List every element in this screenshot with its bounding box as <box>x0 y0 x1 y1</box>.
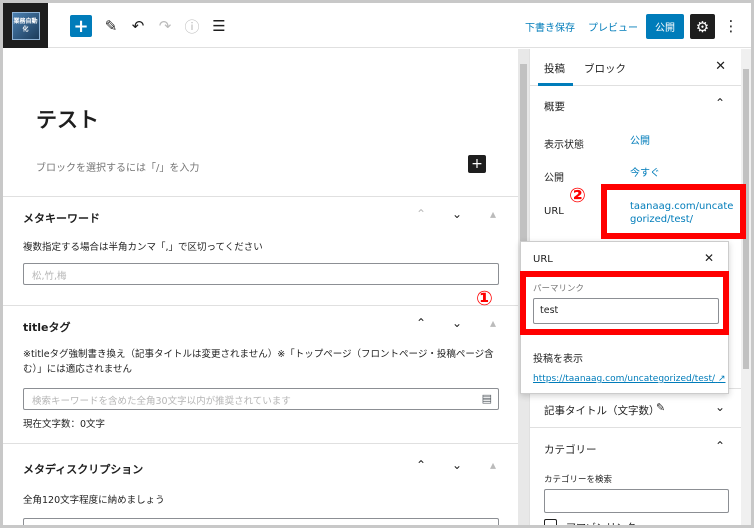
document-icon: ▤ <box>481 392 492 405</box>
external-link-icon: ↗ <box>717 374 726 384</box>
input-placeholder: 検索キーワードを含めた全角30文字以内が推奨されています <box>32 396 291 407</box>
publish-button[interactable]: 公開 <box>646 14 684 39</box>
more-vertical-icon: ⋮ <box>723 17 739 35</box>
tools-button[interactable]: ✎ <box>100 15 122 37</box>
divider <box>530 427 742 428</box>
pencil-icon: ✎ <box>104 17 118 35</box>
post-title[interactable]: テスト <box>36 104 99 134</box>
chevron-down-icon[interactable]: ⌄ <box>715 400 725 414</box>
visibility-value[interactable]: 公開 <box>630 135 650 148</box>
active-tab-indicator <box>538 83 573 86</box>
chevron-down-icon[interactable]: ⌄ <box>446 458 468 472</box>
title-tag-input[interactable]: 検索キーワードを含めた全角30文字以内が推奨されています ▤ <box>23 388 499 410</box>
metabox-controls: ⌃ ⌄ ▴ <box>410 458 504 472</box>
summary-panel-title[interactable]: 概要 <box>544 99 565 114</box>
popover-title: URL <box>533 254 553 265</box>
settings-button[interactable]: ⚙ <box>690 14 715 39</box>
block-placeholder[interactable]: ブロックを選択するには「/」を入力 <box>36 159 199 174</box>
publish-date-value[interactable]: 今すぐ <box>630 167 660 180</box>
undo-icon: ↶ <box>131 17 145 35</box>
site-logo-image: 業務自動化 <box>11 11 40 40</box>
chevron-up-icon[interactable]: ⌃ <box>410 316 432 330</box>
tab-block[interactable]: ブロック <box>584 61 626 76</box>
metabox-description: ※titleタグ強制書き換え（記事タイトルは変更されません）※「トップページ（フ… <box>23 349 494 375</box>
metabox-description: 全角120文字程度に納めましょう <box>23 495 165 506</box>
view-post-label: 投稿を表示 <box>533 354 583 365</box>
list-view-icon: ☰ <box>212 17 226 35</box>
gear-icon: ⚙ <box>695 17 710 36</box>
metabox-title: メタキーワード <box>23 212 100 225</box>
add-block-button[interactable]: + <box>70 15 92 37</box>
tab-post[interactable]: 投稿 <box>544 61 565 76</box>
category-search-label: カテゴリーを検索 <box>544 475 613 485</box>
chevron-down-icon[interactable]: ⌄ <box>446 207 468 221</box>
url-label: URL <box>544 206 564 217</box>
chevron-up-icon[interactable]: ⌃ <box>715 96 725 110</box>
preview-button[interactable]: プレビュー <box>588 19 638 34</box>
more-options-button[interactable]: ⋮ <box>723 15 739 37</box>
metabox-title-tag: titleタグ ⌃ ⌄ ▴ ※titleタグ強制書き換え（記事タイトルは変更され… <box>3 305 518 443</box>
category-item-label: アマゾンリンク <box>566 519 636 525</box>
app-window: 業務自動化 + ✎ ↶ ↷ ⓘ ☰ 下書き保存 プレビュー 公開 ⚙ ⋮ テスト… <box>0 0 754 528</box>
metabox-meta-description: メタディスクリプション ⌃ ⌄ ▴ 全角120文字程度に納めましょう <box>3 443 518 525</box>
category-checkbox[interactable] <box>544 519 557 525</box>
chevron-up-icon[interactable]: ⌃ <box>410 458 432 472</box>
chevron-up-icon[interactable]: ⌃ <box>715 439 725 453</box>
character-count: 現在文字数：0文字 <box>23 419 106 430</box>
plus-icon: + <box>471 156 483 172</box>
toggle-arrow-icon[interactable]: ▴ <box>482 458 504 472</box>
metabox-keywords: メタキーワード ⌃ ⌄ ▴ 複数指定する場合は半角カンマ「,」で区切ってください… <box>3 196 518 306</box>
annotation-box-1 <box>520 271 729 335</box>
category-panel-title[interactable]: カテゴリー <box>544 442 597 457</box>
metabox-controls: ⌃ ⌄ ▴ <box>410 316 504 330</box>
site-icon-button[interactable]: 業務自動化 <box>3 3 48 48</box>
info-icon: ⓘ <box>184 17 200 36</box>
sidebar-tabs: 投稿 ブロック ✕ <box>530 49 742 86</box>
chevron-up-icon[interactable]: ⌃ <box>410 207 432 221</box>
editor-toolbar: 業務自動化 + ✎ ↶ ↷ ⓘ ☰ 下書き保存 プレビュー 公開 ⚙ ⋮ <box>3 3 751 48</box>
chevron-down-icon[interactable]: ⌄ <box>446 316 468 330</box>
close-icon[interactable]: ✕ <box>715 59 726 74</box>
close-icon[interactable]: ✕ <box>704 251 714 265</box>
meta-description-input[interactable] <box>23 518 499 525</box>
article-title-count-label[interactable]: 記事タイトル（文字数） <box>544 403 660 418</box>
visibility-label: 表示状態 <box>544 140 584 151</box>
inline-add-block-button[interactable]: + <box>468 155 486 173</box>
pencil-icon: ✎ <box>656 401 666 414</box>
toggle-arrow-icon[interactable]: ▴ <box>482 207 504 221</box>
annotation-box-2 <box>601 184 746 239</box>
category-search-input[interactable] <box>544 489 729 513</box>
keywords-input[interactable]: 松,竹,梅 <box>23 263 499 285</box>
publish-date-label: 公開 <box>544 173 564 184</box>
metabox-title: titleタグ <box>23 321 71 334</box>
details-button[interactable]: ⓘ <box>181 15 203 37</box>
sidebar-scrollbar[interactable] <box>741 49 751 525</box>
toggle-arrow-icon[interactable]: ▴ <box>482 316 504 330</box>
metabox-title: メタディスクリプション <box>23 463 144 476</box>
metabox-description: 複数指定する場合は半角カンマ「,」で区切ってください <box>23 242 263 253</box>
redo-icon: ↷ <box>158 17 172 35</box>
annotation-marker-1: ① <box>476 286 493 310</box>
metabox-controls: ⌃ ⌄ ▴ <box>410 207 504 221</box>
list-view-button[interactable]: ☰ <box>208 15 230 37</box>
annotation-marker-2: ② <box>569 183 586 207</box>
plus-icon: + <box>73 15 89 37</box>
editor-canvas: テスト ブロックを選択するには「/」を入力 + メタキーワード ⌃ ⌄ ▴ 複数… <box>3 49 518 525</box>
redo-button[interactable]: ↷ <box>154 15 176 37</box>
save-draft-button[interactable]: 下書き保存 <box>525 19 575 34</box>
view-post-link[interactable]: https://taanaag.com/uncategorized/test/ … <box>533 374 725 384</box>
undo-button[interactable]: ↶ <box>127 15 149 37</box>
